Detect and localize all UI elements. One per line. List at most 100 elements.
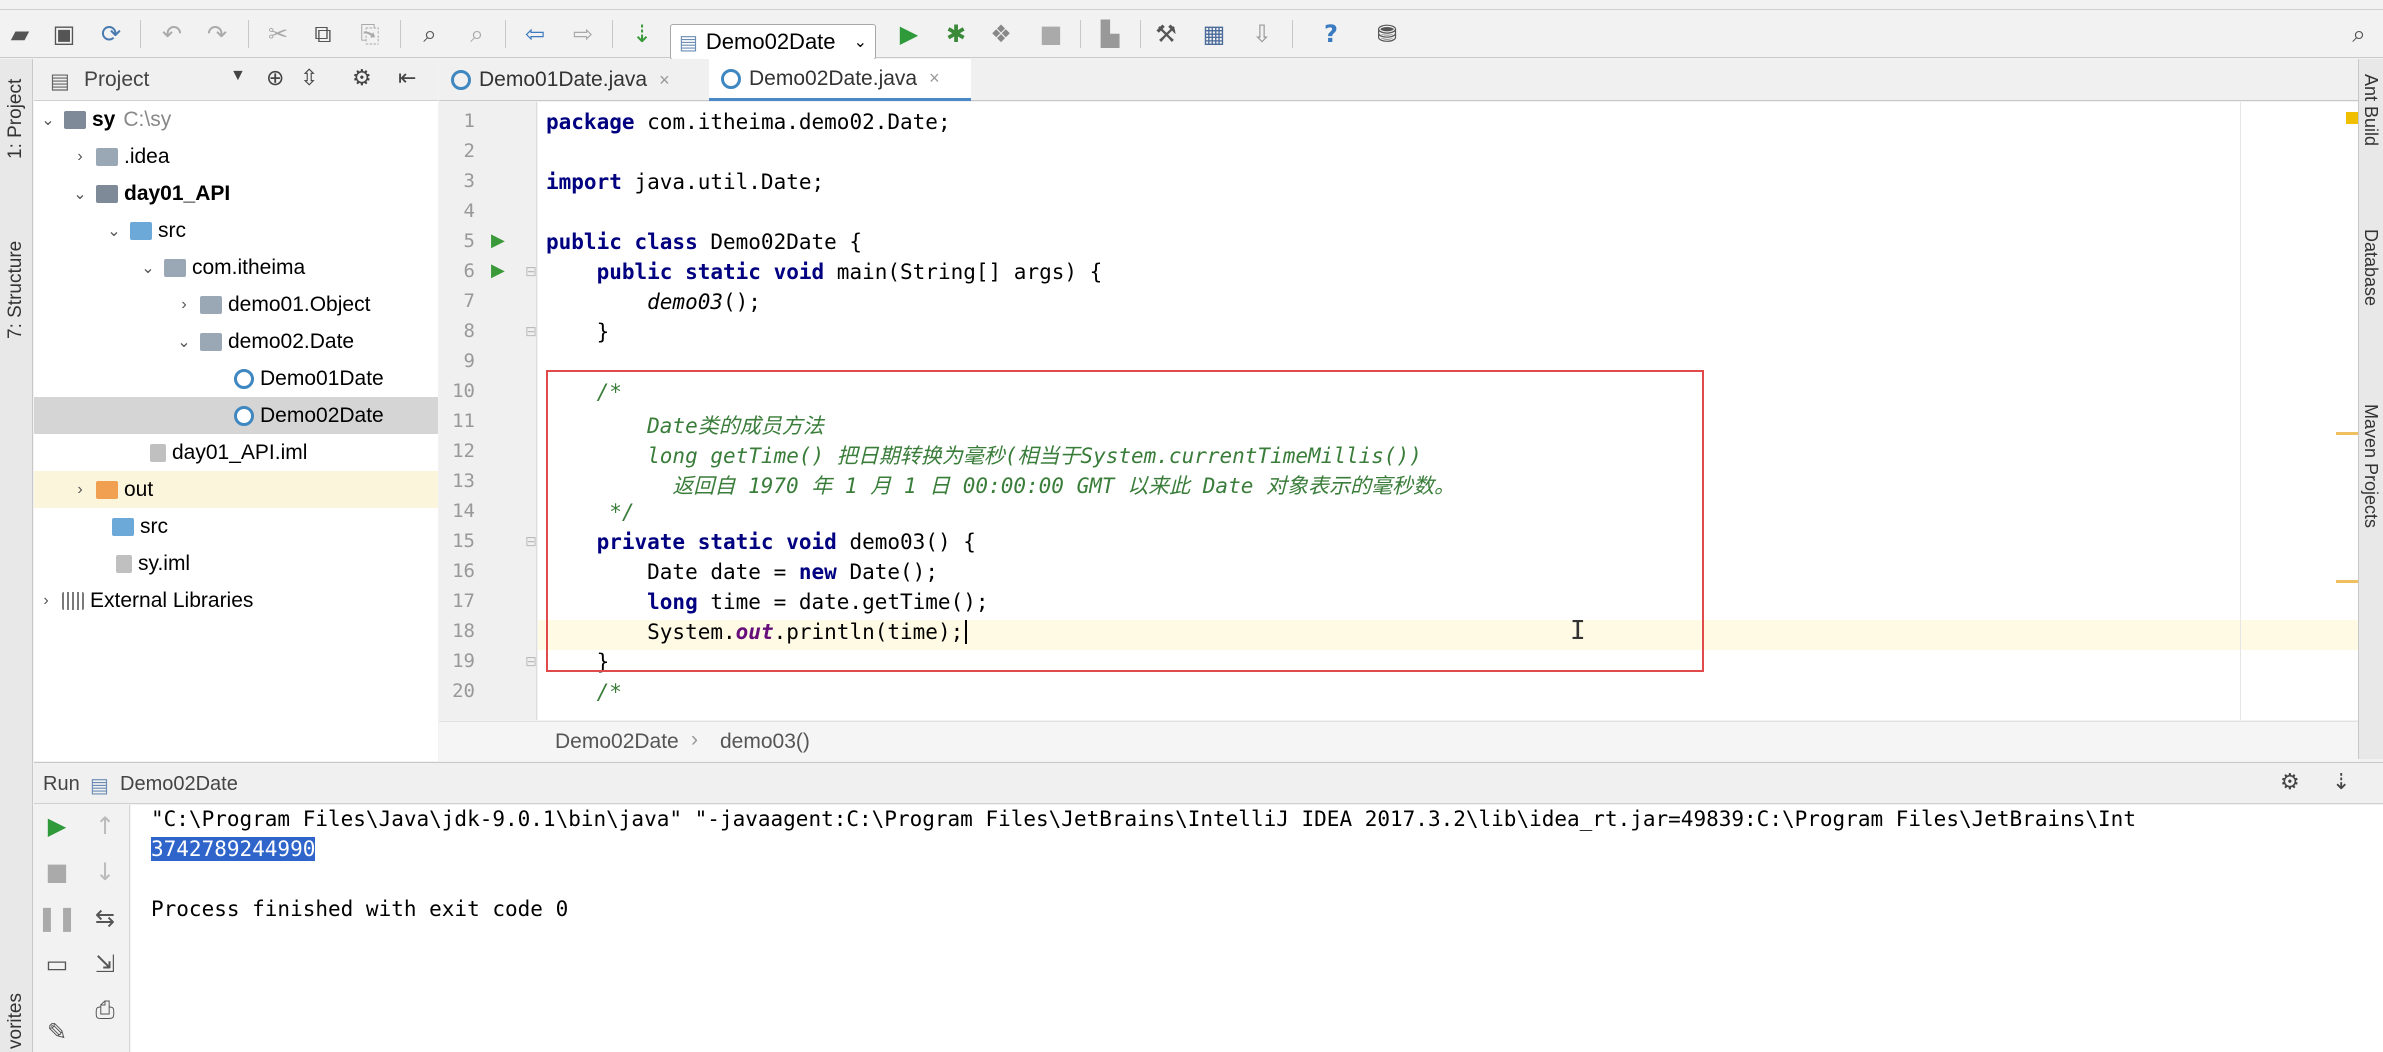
- replace-icon[interactable]: ⌕: [461, 18, 493, 50]
- error-stripe-mark[interactable]: [2336, 432, 2358, 435]
- locate-icon[interactable]: ⊕: [266, 65, 284, 91]
- paste-icon[interactable]: ⎘: [354, 18, 386, 50]
- back-icon[interactable]: ⇦: [519, 18, 551, 50]
- code-line-5: public class Demo02Date {: [546, 230, 863, 254]
- tree-label: demo01.Object: [228, 292, 371, 316]
- tree-node-idea[interactable]: › .idea: [34, 138, 438, 175]
- stop-icon[interactable]: ■: [1035, 18, 1067, 50]
- run-config-dropdown[interactable]: ▤ Demo02Date ⌄: [670, 24, 876, 60]
- tree-label: day01_API: [124, 181, 231, 205]
- undo-icon[interactable]: ↶: [156, 18, 188, 50]
- error-stripe-mark[interactable]: [2336, 580, 2358, 583]
- breadcrumb-item[interactable]: Demo02Date: [555, 730, 679, 754]
- debug-icon[interactable]: ✱: [940, 18, 972, 50]
- line-number: 12: [452, 440, 475, 462]
- console-output[interactable]: "C:\Program Files\Java\jdk-9.0.1\bin\jav…: [131, 805, 2383, 1052]
- favorites-tool-tab[interactable]: vorites: [5, 993, 27, 1049]
- pin-icon[interactable]: ✎: [42, 1017, 72, 1047]
- run-config-name[interactable]: Demo02Date: [120, 773, 238, 796]
- sdk-icon[interactable]: ▦: [1198, 18, 1230, 50]
- tree-node-external-libraries[interactable]: › External Libraries: [34, 582, 438, 619]
- line-number: 7: [463, 290, 475, 312]
- tree-node-day01-api[interactable]: ⌄ day01_API: [34, 175, 438, 212]
- down-arrow-icon[interactable]: ↓: [90, 857, 120, 887]
- fold-icon[interactable]: ⊟: [525, 324, 537, 340]
- dropdown-arrow-icon[interactable]: ▼: [230, 67, 246, 85]
- line-number: 17: [452, 590, 475, 612]
- tree-node-demo02[interactable]: ⌄ demo02.Date: [34, 323, 438, 360]
- hide-panel-icon[interactable]: ⇤: [398, 65, 416, 91]
- gear-icon[interactable]: ⚙: [2280, 769, 2300, 795]
- ant-build-tab[interactable]: Ant Build: [2360, 74, 2381, 146]
- plugin-icon[interactable]: ⛃: [1371, 18, 1403, 50]
- project-panel-header: ▤ Project ▼ ⊕ ⇳ ⚙ ⇤: [34, 59, 438, 101]
- hide-panel-icon[interactable]: ⇣: [2332, 769, 2350, 795]
- pause-icon[interactable]: ❚❚: [37, 903, 77, 933]
- soft-wrap-icon[interactable]: ⇆: [90, 903, 120, 933]
- tree-node-demo01[interactable]: › demo01.Object: [34, 286, 438, 323]
- run-panel-header: Run ▤ Demo02Date ⚙ ⇣: [34, 762, 2383, 804]
- tab-demo02date[interactable]: Demo02Date.java ×: [709, 59, 971, 101]
- open-icon[interactable]: ▰: [4, 18, 36, 50]
- fold-icon[interactable]: ⊟: [525, 534, 537, 550]
- find-icon[interactable]: ⌕: [414, 18, 446, 50]
- tree-node-src[interactable]: ⌄ src: [34, 212, 438, 249]
- tree-node-demo01date[interactable]: Demo01Date: [34, 360, 438, 397]
- console-line: Process finished with exit code 0: [151, 897, 569, 921]
- coverage-icon[interactable]: ❖: [985, 18, 1017, 50]
- redo-icon[interactable]: ↷: [201, 18, 233, 50]
- settings-icon[interactable]: ⚒: [1150, 18, 1182, 50]
- config-icon: ▤: [90, 775, 109, 797]
- tree-node-demo02date[interactable]: Demo02Date: [34, 397, 438, 434]
- sync-icon[interactable]: ⟳: [95, 18, 127, 50]
- gear-icon[interactable]: ⚙: [352, 65, 372, 91]
- code-line-6: public static void main(String[] args) {: [546, 260, 1103, 284]
- close-icon[interactable]: ×: [929, 68, 940, 89]
- tree-node-com-itheima[interactable]: ⌄ com.itheima: [34, 249, 438, 286]
- fold-icon[interactable]: ⊟: [525, 654, 537, 670]
- project-tool-tab[interactable]: 1: Project: [5, 79, 27, 159]
- help-icon[interactable]: ?: [1315, 18, 1347, 50]
- tree-node-src-root[interactable]: src: [34, 508, 438, 545]
- print-icon[interactable]: ⎙: [90, 995, 120, 1025]
- annotation-box: [546, 370, 1704, 672]
- database-tab[interactable]: Database: [2360, 229, 2381, 306]
- line-number: 3: [463, 170, 475, 192]
- maven-projects-tab[interactable]: Maven Projects: [2360, 404, 2381, 528]
- package-icon: [164, 258, 186, 277]
- vcs-icon[interactable]: ⇩: [1246, 18, 1278, 50]
- class-icon: [451, 70, 471, 90]
- cut-icon[interactable]: ✂: [262, 18, 294, 50]
- tab-label: Demo01Date.java: [479, 68, 648, 91]
- scroll-to-end-icon[interactable]: ⇲: [90, 949, 120, 979]
- run-panel-title[interactable]: Run: [43, 773, 80, 796]
- tree-node-out[interactable]: › out: [34, 471, 438, 508]
- project-panel-title[interactable]: Project: [84, 68, 149, 92]
- close-icon[interactable]: ×: [659, 70, 670, 91]
- rerun-icon[interactable]: ▶: [42, 811, 72, 841]
- up-arrow-icon[interactable]: ↑: [90, 811, 120, 841]
- collapse-all-icon[interactable]: ⇳: [300, 65, 318, 91]
- run-icon[interactable]: ▶: [893, 18, 925, 50]
- breadcrumb-item[interactable]: demo03(): [720, 730, 810, 754]
- run-gutter-icon[interactable]: ▶: [491, 260, 505, 281]
- fold-icon[interactable]: ⊟: [525, 264, 537, 280]
- tree-node-sy[interactable]: ⌄ sy C:\sy: [34, 101, 438, 138]
- line-number: 1: [463, 110, 475, 132]
- structure-tool-tab[interactable]: 7: Structure: [5, 241, 27, 339]
- tab-demo01date[interactable]: Demo01Date.java ×: [439, 59, 703, 101]
- run-gutter-icon[interactable]: ▶: [491, 230, 505, 251]
- code-editor[interactable]: package com.itheima.demo02.Date; import …: [538, 102, 2358, 720]
- tree-label: com.itheima: [192, 255, 306, 279]
- project-structure-icon[interactable]: ▙: [1094, 18, 1126, 50]
- save-icon[interactable]: ▣: [48, 18, 80, 50]
- stop-icon[interactable]: ■: [42, 857, 72, 887]
- breadcrumb-separator: ›: [691, 728, 698, 751]
- restore-layout-icon[interactable]: ▭: [42, 949, 72, 979]
- copy-icon[interactable]: ⧉: [307, 18, 339, 50]
- search-everywhere-icon[interactable]: ⌕: [2343, 18, 2375, 50]
- tree-node-day01-iml[interactable]: day01_API.iml: [34, 434, 438, 471]
- build-icon[interactable]: ⇣: [626, 18, 658, 50]
- forward-icon[interactable]: ⇨: [567, 18, 599, 50]
- tree-node-sy-iml[interactable]: sy.iml: [34, 545, 438, 582]
